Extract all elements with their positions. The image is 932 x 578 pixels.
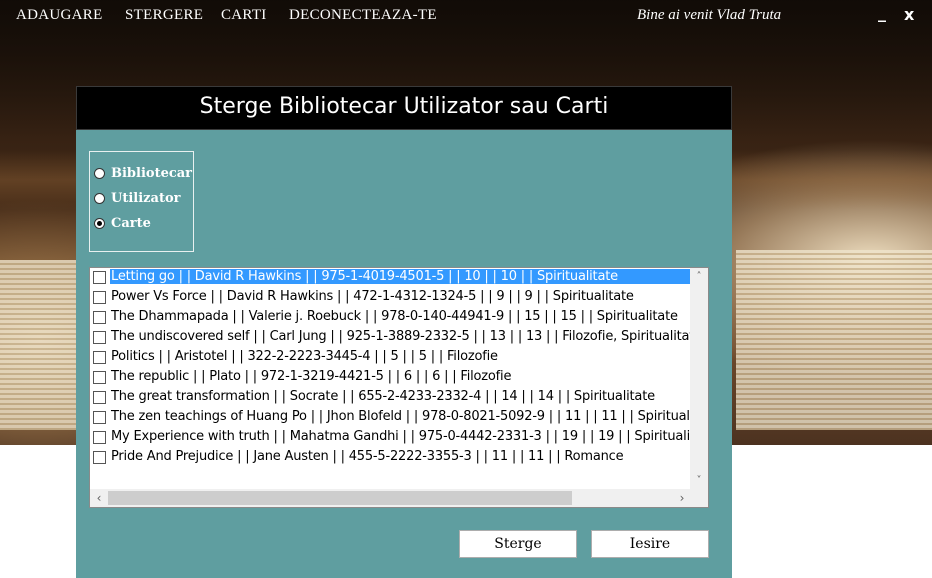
item-text: Power Vs Force | | David R Hawkins | | 4… [111, 289, 634, 304]
exit-button[interactable]: Iesire [591, 530, 709, 558]
item-checkbox[interactable] [93, 271, 106, 284]
item-checkbox[interactable] [93, 371, 106, 384]
minimize-button[interactable]: _ [878, 3, 886, 22]
type-radio-group: Bibliotecar Utilizator Carte [89, 151, 194, 252]
radio-bibliotecar-circle[interactable] [94, 167, 105, 179]
item-checkbox[interactable] [93, 331, 106, 344]
scroll-down-icon[interactable]: ˅ [690, 472, 708, 490]
radio-utilizator[interactable]: Utilizator [94, 188, 181, 208]
item-text: The zen teachings of Huang Po | | Jhon B… [111, 409, 691, 424]
list-item[interactable]: The undiscovered self | | Carl Jung | | … [90, 328, 691, 348]
menu-logout[interactable]: DECONECTEAZA-TE [289, 7, 437, 24]
list-item[interactable]: The great transformation | | Socrate | |… [90, 388, 691, 408]
radio-utilizator-circle[interactable] [94, 192, 105, 204]
item-checkbox[interactable] [93, 351, 106, 364]
item-checkbox[interactable] [93, 291, 106, 304]
menu-bar: ADAUGARE STERGERE CARTI DECONECTEAZA-TE … [0, 0, 932, 32]
item-checkbox[interactable] [93, 431, 106, 444]
books-checklist[interactable]: Letting go | | David R Hawkins | | 975-1… [89, 267, 709, 508]
scroll-right-icon[interactable]: › [673, 489, 691, 507]
item-text: Letting go | | David R Hawkins | | 975-1… [110, 269, 691, 284]
item-text: My Experience with truth | | Mahatma Gan… [111, 429, 691, 444]
list-item[interactable]: Power Vs Force | | David R Hawkins | | 4… [90, 288, 691, 308]
item-checkbox[interactable] [93, 311, 106, 324]
list-item[interactable]: The republic | | Plato | | 972-1-3219-44… [90, 368, 691, 388]
scrollbar-corner [690, 489, 708, 507]
radio-carte-circle[interactable] [94, 217, 105, 229]
radio-bibliotecar[interactable]: Bibliotecar [94, 163, 192, 183]
menu-delete[interactable]: STERGERE [125, 7, 203, 24]
item-checkbox[interactable] [93, 411, 106, 424]
list-item[interactable]: Politics | | Aristotel | | 322-2-2223-34… [90, 348, 691, 368]
list-item[interactable]: Letting go | | David R Hawkins | | 975-1… [90, 268, 691, 288]
background-book-right [736, 250, 932, 430]
item-text: The undiscovered self | | Carl Jung | | … [111, 329, 691, 344]
menu-books[interactable]: CARTI [221, 7, 267, 24]
list-item[interactable]: Pride And Prejudice | | Jane Austen | | … [90, 448, 691, 468]
radio-carte-label: Carte [111, 215, 151, 231]
item-text: The republic | | Plato | | 972-1-3219-44… [111, 369, 512, 384]
item-checkbox[interactable] [93, 451, 106, 464]
item-text: The Dhammapada | | Valerie j. Roebuck | … [111, 309, 678, 324]
radio-carte[interactable]: Carte [94, 213, 151, 233]
item-text: Politics | | Aristotel | | 322-2-2223-34… [111, 349, 498, 364]
horizontal-scroll-thumb[interactable] [108, 491, 572, 505]
checklist-rows: Letting go | | David R Hawkins | | 975-1… [90, 268, 691, 490]
item-text: The great transformation | | Socrate | |… [111, 389, 655, 404]
list-item[interactable]: The zen teachings of Huang Po | | Jhon B… [90, 408, 691, 428]
radio-bibliotecar-label: Bibliotecar [111, 165, 193, 181]
item-checkbox[interactable] [93, 391, 106, 404]
delete-dialog: Sterge Bibliotecar Utilizator sau Carti … [76, 86, 732, 578]
scroll-up-icon[interactable]: ˄ [690, 268, 708, 286]
close-button[interactable]: x [904, 5, 914, 24]
list-item[interactable]: The Dhammapada | | Valerie j. Roebuck | … [90, 308, 691, 328]
delete-button[interactable]: Sterge [459, 530, 577, 558]
menu-add[interactable]: ADAUGARE [16, 7, 103, 24]
list-item[interactable]: My Experience with truth | | Mahatma Gan… [90, 428, 691, 448]
dialog-header: Sterge Bibliotecar Utilizator sau Carti [76, 86, 732, 130]
scroll-left-icon[interactable]: ‹ [90, 489, 108, 507]
item-text: Pride And Prejudice | | Jane Austen | | … [111, 449, 624, 464]
dialog-title: Sterge Bibliotecar Utilizator sau Carti [199, 94, 609, 119]
horizontal-scrollbar[interactable]: ‹ › [90, 489, 691, 507]
welcome-text: Bine ai venit Vlad Truta [637, 7, 782, 23]
vertical-scrollbar[interactable]: ˄ ˅ [690, 268, 708, 490]
radio-utilizator-label: Utilizator [111, 190, 181, 206]
